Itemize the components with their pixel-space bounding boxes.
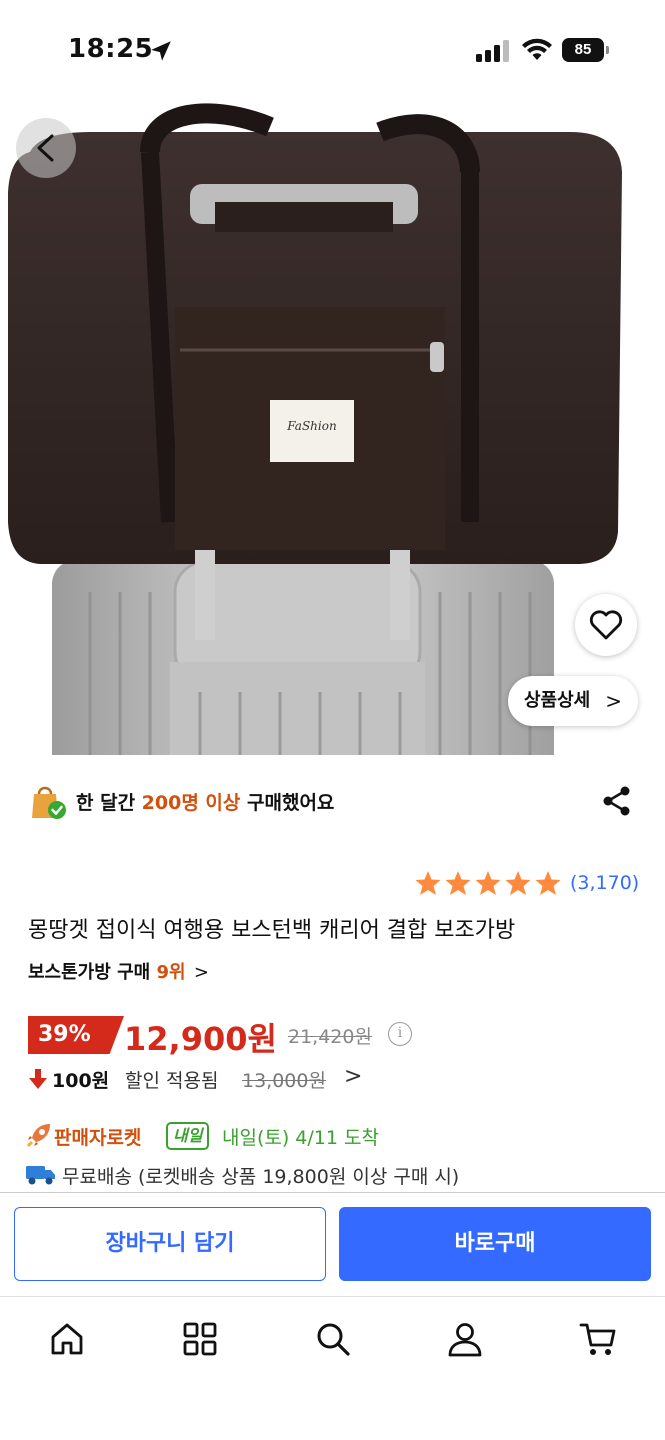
delivery-info: 판매자로켓 내일 내일(토) 4/11 도착 (26, 1120, 646, 1154)
search-icon (317, 1323, 350, 1356)
review-count: (3,170) (570, 872, 640, 894)
product-detail-button[interactable]: 상품상세 > (508, 676, 638, 726)
shipping-info: 무료배송 (로켓배송 상품 19,800원 이상 구매 시) (26, 1160, 646, 1192)
heart-icon (589, 610, 623, 640)
rank-value: 9위 (156, 962, 186, 983)
purchase-count: 200명 이상 (141, 792, 241, 814)
product-detail-label: 상품상세 (524, 690, 591, 711)
share-icon[interactable] (600, 784, 634, 818)
product-label-text: FaShion (286, 419, 336, 433)
arrival-date: 내일(토) 4/11 도착 (222, 1127, 379, 1149)
wishlist-button[interactable] (575, 594, 637, 656)
tab-cart[interactable] (578, 1319, 618, 1359)
price-section: 39% 12,900원 21,420원 i (28, 1014, 648, 1058)
sale-price: 12,900원 (124, 1020, 277, 1058)
cart-icon (579, 1323, 616, 1355)
product-photo: FaShion (8, 103, 622, 755)
tomorrow-badge: 내일 (166, 1122, 210, 1150)
coupon-discount-row[interactable]: 100원 할인 적용됨 13,000원 > (28, 1064, 428, 1096)
product-title: 몽땅겟 접이식 여행용 보스턴백 캐리어 결합 보조가방 (28, 918, 516, 943)
profile-icon (448, 1323, 482, 1357)
coupon-amount: 100원 (52, 1070, 110, 1092)
category-rank-link[interactable]: 보스톤가방 구매 9위 > (28, 958, 209, 984)
bottom-tab-bar (0, 1296, 665, 1440)
purchase-stats-text: 한 달간 200명 이상 구매했어요 (76, 792, 335, 814)
rocket-icon (26, 1124, 50, 1148)
buy-now-button[interactable]: 바로구매 (339, 1207, 651, 1281)
location-arrow-icon (151, 41, 171, 61)
coupon-label: 할인 적용됨 (125, 1070, 219, 1092)
tab-search[interactable] (313, 1319, 353, 1359)
add-to-cart-button[interactable]: 장바구니 담기 (14, 1207, 326, 1281)
arrow-down-icon (29, 1069, 47, 1089)
status-bar: 18:25 85 (0, 0, 665, 100)
battery-level: 85 (562, 38, 604, 62)
tab-home[interactable] (47, 1319, 87, 1359)
wifi-icon (522, 38, 552, 60)
product-image-carousel[interactable]: FaShion (0, 92, 665, 755)
star-rating-icon (415, 871, 561, 895)
status-time: 18:25 (68, 34, 154, 64)
free-shipping-text: 무료배송 (로켓배송 상품 19,800원 이상 구매 시) (62, 1166, 460, 1188)
tab-my-page[interactable] (445, 1319, 485, 1359)
coupon-original-price: 13,000원 (242, 1070, 326, 1092)
purchase-stats: 한 달간 200명 이상 구매했어요 (28, 780, 638, 824)
purchase-action-bar: 장바구니 담기 바로구매 (0, 1192, 665, 1296)
truck-icon (26, 1166, 55, 1185)
original-price: 21,420원 (288, 1026, 372, 1048)
battery-indicator: 85 (562, 38, 610, 62)
discount-badge: 39% (28, 1016, 124, 1054)
chevron-left-icon (37, 134, 54, 162)
category-icon (183, 1322, 217, 1356)
info-icon[interactable]: i (388, 1022, 412, 1046)
home-icon (51, 1323, 83, 1355)
shopping-bag-check-icon (32, 786, 66, 819)
seller-rocket-label: 판매자로켓 (54, 1127, 142, 1149)
chevron-right-icon: > (605, 689, 622, 713)
chevron-right-icon: > (344, 1064, 363, 1089)
cellular-signal-icon (476, 40, 509, 62)
chevron-right-icon: > (193, 962, 209, 983)
back-button[interactable] (16, 118, 76, 178)
tab-category[interactable] (180, 1319, 220, 1359)
rating[interactable]: (3,170) (414, 870, 654, 898)
